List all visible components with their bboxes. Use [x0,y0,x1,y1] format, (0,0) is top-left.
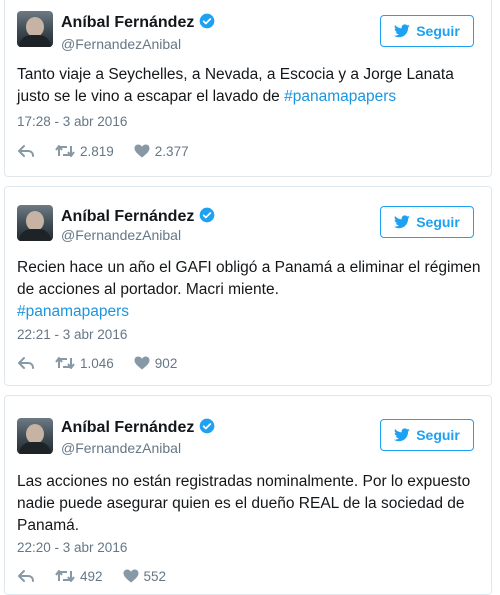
tweet-card: Aníbal Fernández @FernandezAnibal Seguir… [4,0,492,177]
twitter-bird-icon [394,215,410,229]
follow-button[interactable]: Seguir [380,15,474,47]
author-name[interactable]: Aníbal Fernández [61,13,215,32]
author-name-text: Aníbal Fernández [61,419,195,436]
tweet-body: Las acciones no están registradas nomina… [17,473,471,534]
author-handle[interactable]: @FernandezAnibal [61,36,181,52]
hashtag-link[interactable]: #panamapapers [17,303,129,320]
retweet-count: 492 [80,568,103,584]
reply-button[interactable] [17,569,35,583]
heart-icon [134,144,150,158]
follow-label: Seguir [416,214,460,230]
tweet-text: Las acciones no están registradas nomina… [17,471,487,537]
heart-icon [134,356,150,370]
tweet-timestamp[interactable]: 17:28 - 3 abr 2016 [17,114,127,129]
retweet-button[interactable]: 1.046 [55,356,114,371]
reply-icon [18,145,34,157]
avatar[interactable] [17,11,53,47]
like-count: 2.377 [154,143,189,159]
reply-button[interactable] [17,356,35,370]
verified-badge-icon [200,418,215,434]
retweet-icon [55,145,75,157]
retweet-icon [55,570,75,582]
like-button[interactable]: 2.377 [134,144,189,159]
tweet-card: Aníbal Fernández @FernandezAnibal Seguir… [4,186,492,386]
author-handle[interactable]: @FernandezAnibal [61,227,181,243]
verified-badge-icon [200,207,215,223]
retweet-count: 2.819 [80,143,114,159]
like-count: 902 [154,355,178,371]
like-button[interactable]: 552 [123,568,167,584]
author-name-text: Aníbal Fernández [61,14,195,31]
tweet-timestamp[interactable]: 22:21 - 3 abr 2016 [17,327,127,342]
retweet-icon [55,357,75,369]
retweet-count: 1.046 [80,355,114,371]
verified-badge-icon [200,13,215,29]
avatar[interactable] [17,418,53,454]
heart-icon [123,569,139,583]
avatar[interactable] [17,205,53,241]
tweet-actions: 1.046 902 [17,353,197,373]
author-name[interactable]: Aníbal Fernández [61,207,215,226]
hashtag-link[interactable]: #panamapapers [284,88,396,105]
author-name-text: Aníbal Fernández [61,208,195,225]
reply-icon [18,357,34,369]
twitter-bird-icon [394,24,410,38]
tweet-timestamp[interactable]: 22:20 - 3 abr 2016 [17,540,127,555]
follow-label: Seguir [416,23,460,39]
follow-button[interactable]: Seguir [380,206,474,238]
follow-label: Seguir [416,427,460,443]
tweet-actions: 2.819 2.377 [17,141,209,161]
retweet-button[interactable]: 492 [55,569,103,584]
twitter-bird-icon [394,428,410,442]
retweet-button[interactable]: 2.819 [55,144,114,159]
tweet-body: Recien hace un año el GAFI obligó a Pana… [17,259,481,298]
tweet-card: Aníbal Fernández @FernandezAnibal Seguir… [4,395,492,595]
like-count: 552 [143,568,167,584]
tweet-text: Tanto viaje a Seychelles, a Nevada, a Es… [17,64,487,108]
tweet-actions: 492 552 [17,566,186,586]
like-button[interactable]: 902 [134,355,178,371]
tweet-text: Recien hace un año el GAFI obligó a Pana… [17,257,487,323]
reply-icon [18,570,34,582]
reply-button[interactable] [17,144,35,158]
follow-button[interactable]: Seguir [380,419,474,451]
author-handle[interactable]: @FernandezAnibal [61,440,181,456]
author-name[interactable]: Aníbal Fernández [61,418,215,437]
